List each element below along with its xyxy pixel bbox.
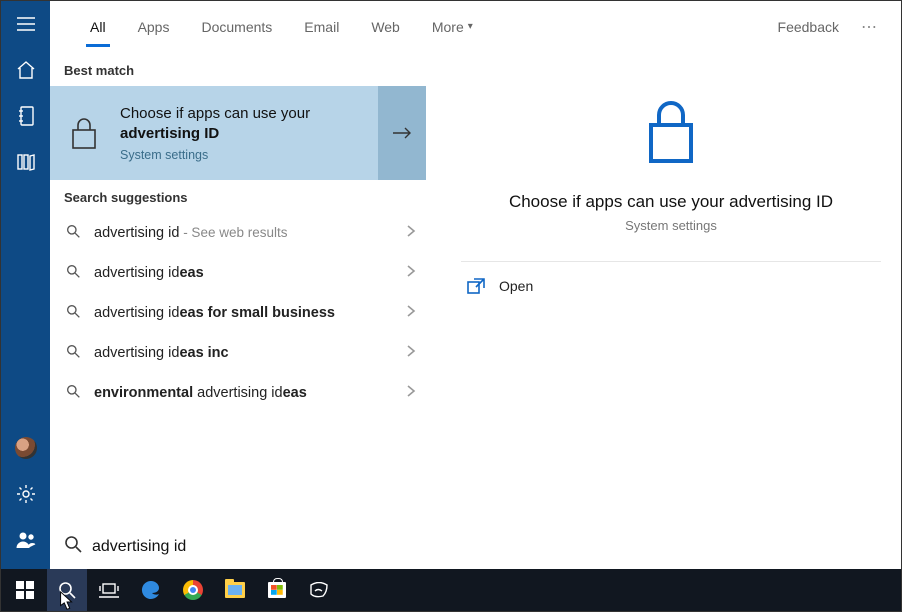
- suggestion-row[interactable]: advertising id - See web results: [50, 213, 426, 253]
- whiteboard-icon[interactable]: [299, 569, 339, 611]
- lock-icon: [641, 95, 701, 172]
- taskbar: [1, 569, 901, 611]
- chevron-down-icon: ▾: [468, 21, 473, 32]
- suggestions-label: Search suggestions: [50, 180, 426, 213]
- more-options-icon[interactable]: ⋯: [851, 17, 889, 37]
- search-icon: [64, 535, 82, 558]
- search-icon: [64, 224, 82, 243]
- suggestion-row[interactable]: advertising ideas: [50, 253, 426, 293]
- tab-web[interactable]: Web: [355, 1, 416, 53]
- left-rail: [1, 1, 50, 569]
- taskbar-search-button[interactable]: [47, 569, 87, 611]
- expand-arrow-button[interactable]: [378, 86, 426, 180]
- chevron-right-icon: [406, 384, 416, 402]
- suggestion-text: advertising id - See web results: [94, 225, 394, 241]
- results-column: Best match Choose if apps can use your a…: [50, 53, 426, 523]
- suggestion-row[interactable]: advertising ideas for small business: [50, 293, 426, 333]
- preview-title: Choose if apps can use your advertising …: [479, 192, 863, 212]
- preview-subtitle: System settings: [625, 218, 717, 233]
- open-action[interactable]: Open: [441, 262, 901, 310]
- lock-icon: [64, 113, 104, 153]
- suggestion-row[interactable]: advertising ideas inc: [50, 333, 426, 373]
- search-icon: [64, 304, 82, 323]
- hamburger-icon[interactable]: [1, 1, 50, 47]
- suggestion-text: advertising ideas for small business: [94, 305, 394, 321]
- tab-more[interactable]: More▾: [416, 1, 489, 53]
- chevron-right-icon: [406, 224, 416, 242]
- search-tabs: All Apps Documents Email Web More▾ Feedb…: [50, 1, 901, 53]
- suggestion-text: environmental advertising ideas: [94, 385, 394, 401]
- chevron-right-icon: [406, 344, 416, 362]
- open-icon: [467, 278, 485, 294]
- suggestion-text: advertising ideas inc: [94, 345, 394, 361]
- search-icon: [64, 264, 82, 283]
- best-match-label: Best match: [50, 53, 426, 86]
- chevron-right-icon: [406, 304, 416, 322]
- tab-documents[interactable]: Documents: [185, 1, 288, 53]
- best-match-subtitle: System settings: [120, 148, 310, 162]
- feedback-link[interactable]: Feedback: [766, 19, 851, 35]
- home-icon[interactable]: [1, 47, 50, 93]
- suggestion-text: advertising ideas: [94, 265, 394, 281]
- gear-icon[interactable]: [1, 471, 50, 517]
- chevron-right-icon: [406, 264, 416, 282]
- tab-all[interactable]: All: [74, 1, 122, 53]
- library-icon[interactable]: [1, 139, 50, 185]
- best-match-result[interactable]: Choose if apps can use your advertising …: [50, 86, 426, 180]
- search-input[interactable]: [92, 538, 887, 556]
- store-icon[interactable]: [257, 569, 297, 611]
- best-match-title: Choose if apps can use your advertising …: [120, 104, 310, 145]
- search-icon: [64, 384, 82, 403]
- open-label: Open: [499, 278, 533, 294]
- search-icon: [64, 344, 82, 363]
- suggestion-row[interactable]: environmental advertising ideas: [50, 373, 426, 413]
- preview-pane: Choose if apps can use your advertising …: [441, 53, 901, 523]
- avatar[interactable]: [1, 425, 50, 471]
- start-button[interactable]: [5, 569, 45, 611]
- taskview-button[interactable]: [89, 569, 129, 611]
- people-icon[interactable]: [1, 517, 50, 563]
- edge-icon[interactable]: [131, 569, 171, 611]
- notebook-icon[interactable]: [1, 93, 50, 139]
- file-explorer-icon[interactable]: [215, 569, 255, 611]
- tab-apps[interactable]: Apps: [122, 1, 186, 53]
- chrome-icon[interactable]: [173, 569, 213, 611]
- search-bar: [50, 523, 901, 569]
- tab-email[interactable]: Email: [288, 1, 355, 53]
